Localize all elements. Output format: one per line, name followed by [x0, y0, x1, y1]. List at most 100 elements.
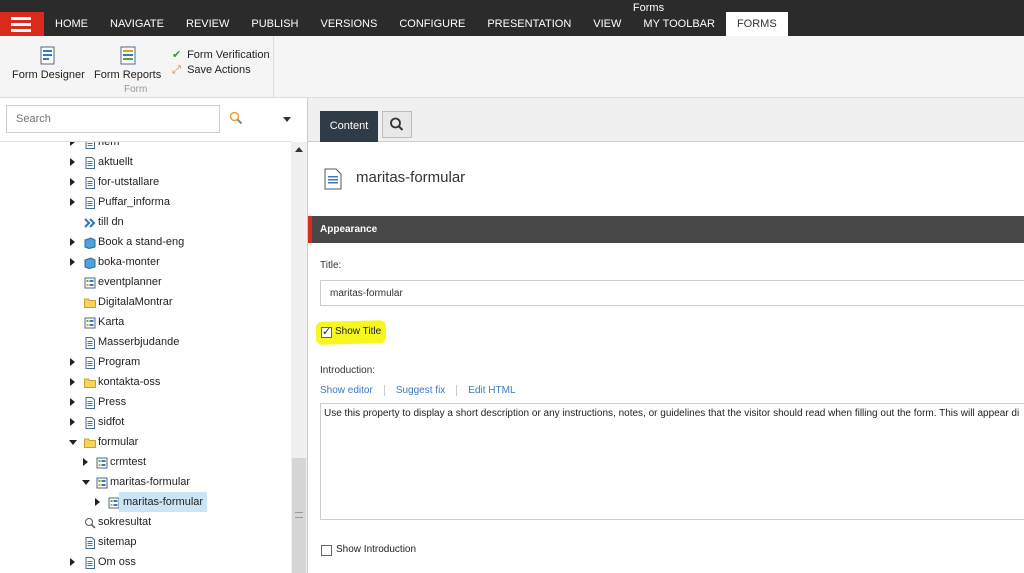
tab-presentation[interactable]: PRESENTATION — [476, 12, 582, 36]
tree-node-label: maritas-formular — [119, 492, 208, 512]
expand-arrow-right-icon[interactable] — [70, 358, 75, 366]
expand-arrow-right-icon[interactable] — [70, 418, 75, 426]
tab-publish[interactable]: PUBLISH — [240, 12, 309, 36]
tree-node[interactable]: aktuellt — [0, 152, 290, 172]
tab-configure[interactable]: CONFIGURE — [388, 12, 476, 36]
tree-node[interactable]: eventplanner — [0, 272, 290, 292]
form-designer-button[interactable]: Form Designer — [12, 46, 85, 81]
scroll-up-arrow-icon[interactable] — [295, 147, 303, 152]
book-icon — [84, 256, 96, 270]
tab-review[interactable]: REVIEW — [175, 12, 240, 36]
tree-node-label: Press — [98, 396, 127, 408]
tree-search-input[interactable] — [7, 106, 219, 132]
form-item-icon — [324, 168, 342, 190]
expand-arrow-down-icon[interactable] — [69, 440, 77, 445]
tree-node[interactable]: Om oss — [0, 552, 290, 572]
tab-forms[interactable]: FORMS — [725, 12, 788, 36]
title-field[interactable] — [320, 280, 1024, 306]
tree-node-label: boka-monter — [98, 256, 160, 268]
tree-node[interactable]: sokresultat — [0, 512, 290, 532]
show-introduction-label[interactable]: Show Introduction — [336, 544, 416, 555]
wand-icon: ⤢ — [172, 64, 181, 76]
show-title-checkbox[interactable] — [321, 325, 332, 338]
top-menu-bar: Forms HOME NAVIGATE REVIEW PUBLISH VERSI… — [0, 0, 1024, 36]
item-title: maritas-formular — [356, 169, 466, 186]
tree-node[interactable]: formular — [0, 432, 290, 452]
tree-node[interactable]: till dn — [0, 212, 290, 232]
tab-navigate[interactable]: NAVIGATE — [99, 12, 175, 36]
chevron-down-icon[interactable] — [283, 117, 291, 122]
tree-node[interactable]: hem — [0, 142, 290, 152]
expand-arrow-right-icon[interactable] — [70, 238, 75, 246]
show-editor-link[interactable]: Show editor — [320, 385, 373, 396]
expand-arrow-right-icon[interactable] — [95, 498, 100, 506]
tree-node[interactable]: Masserbjudande — [0, 332, 290, 352]
redirect-icon — [84, 216, 96, 228]
grip-icon — [295, 512, 303, 518]
tree-node-label: hem — [98, 142, 120, 148]
book-icon — [84, 236, 96, 250]
tree-node[interactable]: sidfot — [0, 412, 290, 432]
tree-node[interactable]: crmtest — [0, 452, 290, 472]
tree-node[interactable]: maritas-formular — [0, 492, 290, 512]
show-introduction-checkbox[interactable] — [321, 545, 332, 556]
tree-node-label: Book a stand-eng — [98, 236, 185, 248]
expand-arrow-right-icon[interactable] — [70, 558, 75, 566]
form-reports-label: Form Reports — [94, 69, 162, 81]
folder-icon — [84, 376, 96, 388]
tab-versions[interactable]: VERSIONS — [309, 12, 388, 36]
expand-arrow-right-icon[interactable] — [70, 158, 75, 166]
tree-node-label: sitemap — [98, 536, 137, 548]
search-page-icon — [84, 516, 96, 529]
tree-node[interactable]: Karta — [0, 312, 290, 332]
tab-content[interactable]: Content — [320, 111, 378, 142]
tree-node[interactable]: DigitalaMontrar — [0, 292, 290, 312]
tree-node[interactable]: Program — [0, 352, 290, 372]
tree-node-label: crmtest — [110, 456, 147, 468]
tree-node[interactable]: Puffar_informa — [0, 192, 290, 212]
tab-home[interactable]: HOME — [44, 12, 99, 36]
search-tab[interactable] — [382, 111, 412, 138]
form-icon — [96, 476, 108, 489]
tab-my-toolbar[interactable]: MY TOOLBAR — [632, 12, 726, 36]
search-icon[interactable] — [229, 111, 243, 125]
tree-node[interactable]: maritas-formular — [0, 472, 290, 492]
tree-node-label: DigitalaMontrar — [98, 296, 173, 308]
tree-node[interactable]: kontakta-oss — [0, 372, 290, 392]
expand-arrow-right-icon[interactable] — [70, 378, 75, 386]
form-reports-button[interactable]: Form Reports — [94, 46, 161, 81]
show-title-label[interactable]: Show Title — [335, 326, 381, 337]
expand-arrow-down-icon[interactable] — [82, 480, 90, 485]
tree-node[interactable]: boka-monter — [0, 252, 290, 272]
tree-node-label: formular — [98, 436, 139, 448]
folder-icon — [84, 436, 96, 448]
appearance-section-header[interactable]: Appearance — [308, 216, 1024, 243]
tree-node-label: eventplanner — [98, 276, 162, 288]
expand-arrow-right-icon[interactable] — [70, 398, 75, 406]
edit-html-link[interactable]: Edit HTML — [468, 385, 515, 396]
expand-arrow-right-icon[interactable] — [70, 142, 75, 146]
tree-scrollbar[interactable] — [291, 142, 307, 573]
tree-node[interactable]: Press — [0, 392, 290, 412]
form-icon — [84, 276, 96, 289]
tab-view[interactable]: VIEW — [582, 12, 632, 36]
tree-node[interactable]: sitemap — [0, 532, 290, 552]
tree-node-label: Om oss — [98, 556, 136, 568]
save-actions-button[interactable]: ⤢ Save Actions — [172, 64, 251, 77]
tree-node[interactable]: for-utstallare — [0, 172, 290, 192]
introduction-field[interactable]: Use this property to display a short des… — [320, 403, 1024, 520]
ribbon-tabs: HOME NAVIGATE REVIEW PUBLISH VERSIONS CO… — [44, 12, 788, 36]
tree-node[interactable]: Book a stand-eng — [0, 232, 290, 252]
introduction-field-label: Introduction: — [320, 365, 376, 376]
hamburger-menu-icon[interactable] — [0, 12, 44, 36]
form-verification-button[interactable]: ✔ Form Verification — [172, 48, 270, 61]
form-designer-icon — [40, 46, 55, 65]
expand-arrow-right-icon[interactable] — [70, 178, 75, 186]
page-icon — [84, 556, 96, 569]
expand-arrow-right-icon[interactable] — [83, 458, 88, 466]
expand-arrow-right-icon[interactable] — [70, 198, 75, 206]
suggest-fix-link[interactable]: Suggest fix — [396, 385, 445, 396]
scrollbar-thumb[interactable] — [292, 458, 306, 573]
expand-arrow-right-icon[interactable] — [70, 258, 75, 266]
page-icon — [84, 176, 96, 189]
